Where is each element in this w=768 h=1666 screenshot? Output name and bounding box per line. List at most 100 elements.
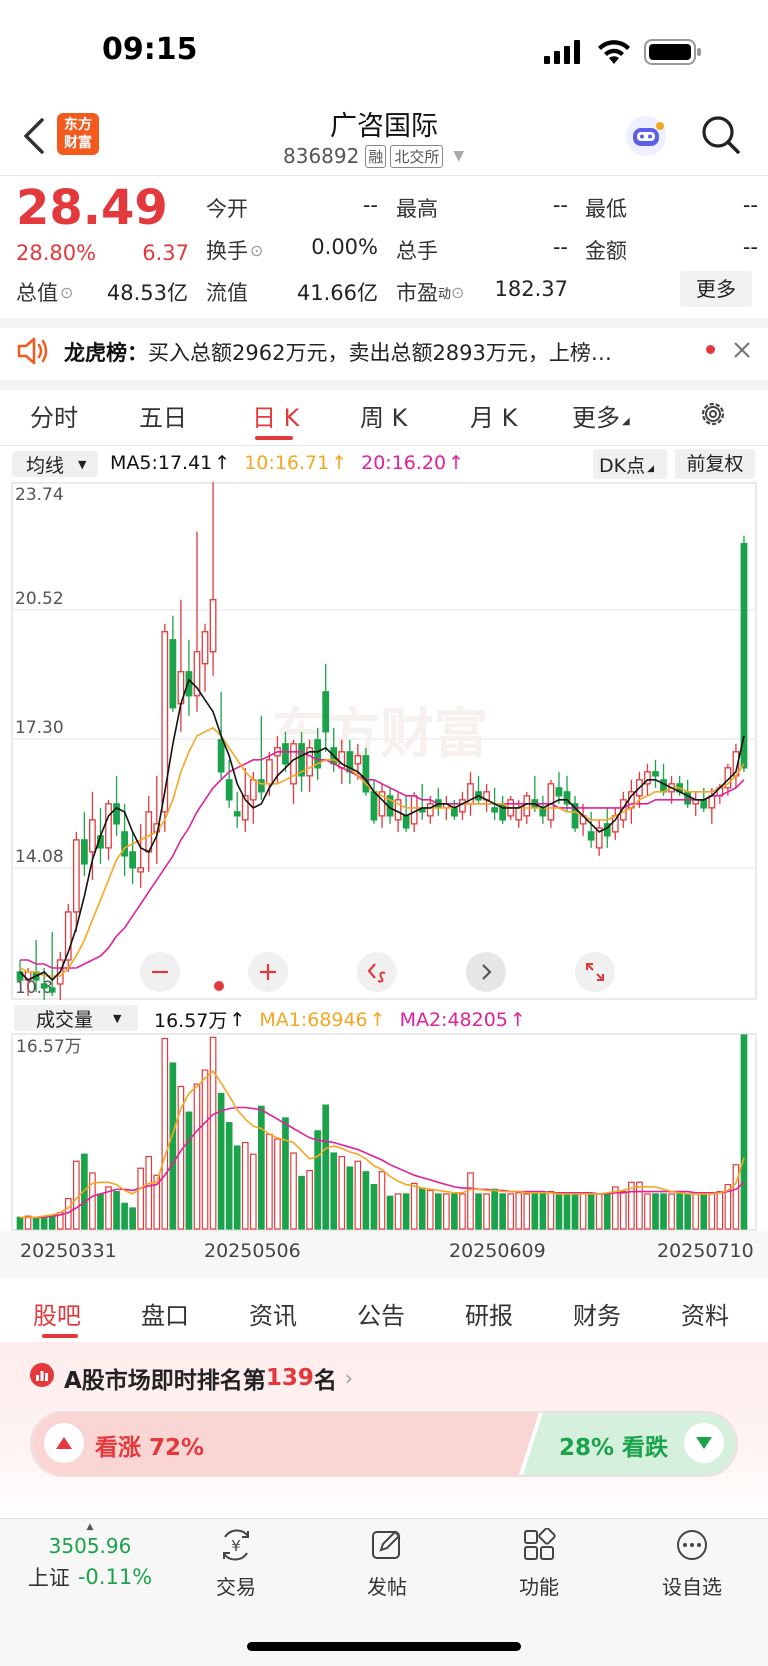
- notice-bar[interactable]: 龙虎榜： 买入总额2962万元，卖出总额2893万元，上榜…: [64, 337, 612, 367]
- speaker-icon: [16, 336, 50, 370]
- volume-bar: [145, 1155, 153, 1230]
- volume-bar: [443, 1193, 450, 1230]
- float-label: 流值: [206, 281, 248, 305]
- low-label: 最低: [585, 197, 627, 221]
- volume-value: --: [552, 235, 568, 259]
- tab-profile[interactable]: 资料: [681, 1296, 729, 1331]
- volume-bar: [684, 1193, 692, 1230]
- arrow-up-icon: ↑: [369, 1008, 386, 1031]
- robot-assistant-icon[interactable]: [624, 114, 668, 162]
- change-pct: 28.80%: [16, 241, 97, 265]
- nav-features[interactable]: 功能: [499, 1527, 579, 1600]
- notice-dot: [706, 345, 715, 354]
- nav-watchlist-label: 设自选: [662, 1575, 722, 1599]
- zoom-out-button[interactable]: [140, 952, 180, 992]
- volume-bar: [386, 1195, 394, 1230]
- volume-bar: [322, 1104, 330, 1230]
- bull-button[interactable]: [44, 1423, 84, 1463]
- nav-trade[interactable]: ¥ 交易: [196, 1528, 276, 1600]
- volume-bar: [523, 1193, 531, 1230]
- volume-bar: [740, 1034, 748, 1230]
- volume-bar: [298, 1175, 305, 1230]
- volume-chart[interactable]: 16.57万 20250331 20250506 20250609 202507…: [0, 1033, 768, 1278]
- indicator-select[interactable]: 均线 ▼: [12, 451, 98, 477]
- volume-bar: [434, 1193, 442, 1230]
- chevron-left-start-icon: [367, 963, 386, 983]
- search-icon[interactable]: [700, 114, 742, 160]
- nav-post[interactable]: 发帖: [347, 1528, 427, 1600]
- caret-down-icon: ▼: [78, 457, 87, 471]
- turnover-label-group[interactable]: 换手 ⊙: [206, 235, 263, 265]
- candlestick-chart[interactable]: 东方财富 23.74 20.52 17.30 14.08 10.8: [0, 482, 768, 1000]
- nav-add-watchlist[interactable]: 设自选: [652, 1528, 732, 1600]
- stock-code-row[interactable]: 836892 融 北交所 ▼: [283, 144, 464, 168]
- volume-bar: [266, 1133, 273, 1230]
- volume-bar: [314, 1130, 321, 1230]
- ma5-label: MA5:17.41: [110, 452, 213, 474]
- tab-announcements[interactable]: 公告: [357, 1296, 405, 1331]
- nav-trade-label: 交易: [216, 1575, 256, 1599]
- volume-bar: [595, 1193, 603, 1230]
- tab-five-day[interactable]: 五日: [139, 398, 187, 433]
- volume-bar: [571, 1193, 579, 1230]
- volume-select[interactable]: 成交量 ▼: [14, 1005, 138, 1031]
- dk-button[interactable]: DK点 ◢: [593, 449, 667, 479]
- volume-bar: [451, 1193, 458, 1230]
- volume-bar: [410, 1182, 418, 1230]
- volume-bar: [467, 1172, 474, 1230]
- ranking-link[interactable]: A股市场即时排名第 139 名 ›: [64, 1361, 353, 1395]
- info-icon: ⊙: [60, 282, 74, 302]
- close-icon[interactable]: [733, 341, 751, 363]
- tab-monthly-k[interactable]: 月 K: [470, 398, 517, 433]
- volume-bar: [201, 1069, 209, 1230]
- volume-bar: [121, 1202, 128, 1230]
- scroll-right-button[interactable]: [466, 952, 506, 992]
- info-icon: ⊙: [451, 282, 465, 302]
- tab-guba[interactable]: 股吧: [33, 1296, 81, 1331]
- badge-exchange: 北交所: [390, 144, 444, 168]
- triangle-up-icon: [56, 1437, 72, 1449]
- scroll-left-button[interactable]: [357, 952, 397, 992]
- tab-pankou[interactable]: 盘口: [141, 1296, 189, 1331]
- bear-label[interactable]: 28% 看跌: [559, 1428, 668, 1462]
- edit-icon: [372, 1530, 401, 1559]
- volume-bar: [579, 1192, 587, 1230]
- index-ticker[interactable]: ▲ 3505.96 上证 -0.11%: [22, 1522, 158, 1592]
- volume-bar: [354, 1160, 362, 1230]
- float-value: 41.66亿: [296, 281, 378, 305]
- badge-margin: 融: [365, 144, 387, 168]
- volume-bar: [129, 1207, 136, 1230]
- tab-daily-k[interactable]: 日 K: [252, 398, 299, 433]
- tab-news[interactable]: 资讯: [249, 1296, 297, 1331]
- tab-research[interactable]: 研报: [465, 1296, 513, 1331]
- tab-intraday[interactable]: 分时: [30, 398, 78, 433]
- settings-gear-icon[interactable]: [698, 399, 728, 433]
- low-value: --: [742, 193, 758, 217]
- bear-button[interactable]: [684, 1423, 724, 1463]
- open-label: 今开: [206, 197, 248, 221]
- high-value: --: [552, 193, 568, 217]
- pe-label-group[interactable]: 市盈 动 ⊙: [396, 277, 464, 307]
- bull-label[interactable]: 看涨 72%: [95, 1428, 204, 1462]
- tab-weekly-k[interactable]: 周 K: [360, 398, 407, 433]
- volume-bar: [499, 1193, 506, 1230]
- volume-bar: [732, 1164, 740, 1230]
- volume-bar: [426, 1189, 434, 1230]
- volume-bar: [137, 1167, 145, 1230]
- ranking-number: 139: [265, 1365, 314, 1391]
- adjust-button[interactable]: 前复权: [675, 449, 755, 479]
- volume-bar: [169, 1062, 177, 1230]
- more-button[interactable]: 更多: [680, 271, 752, 307]
- fullscreen-button[interactable]: [575, 952, 615, 992]
- zoom-in-button[interactable]: [248, 952, 288, 992]
- yen-exchange-icon: ¥: [223, 1529, 249, 1561]
- volume-bar: [233, 1145, 241, 1230]
- tab-more[interactable]: 更多 ◢: [572, 398, 630, 433]
- tab-finance[interactable]: 财务: [573, 1296, 621, 1331]
- arrow-up-icon: ↑: [448, 452, 465, 474]
- svg-text:¥: ¥: [231, 1537, 241, 1555]
- caret-down-icon: ◢: [622, 416, 630, 427]
- mktcap-label-group[interactable]: 总值 ⊙: [16, 277, 73, 307]
- volume-legend: 16.57万 ↑ MA1:68946 ↑ MA2:48205 ↑: [154, 1006, 526, 1033]
- volume-bar: [563, 1193, 571, 1230]
